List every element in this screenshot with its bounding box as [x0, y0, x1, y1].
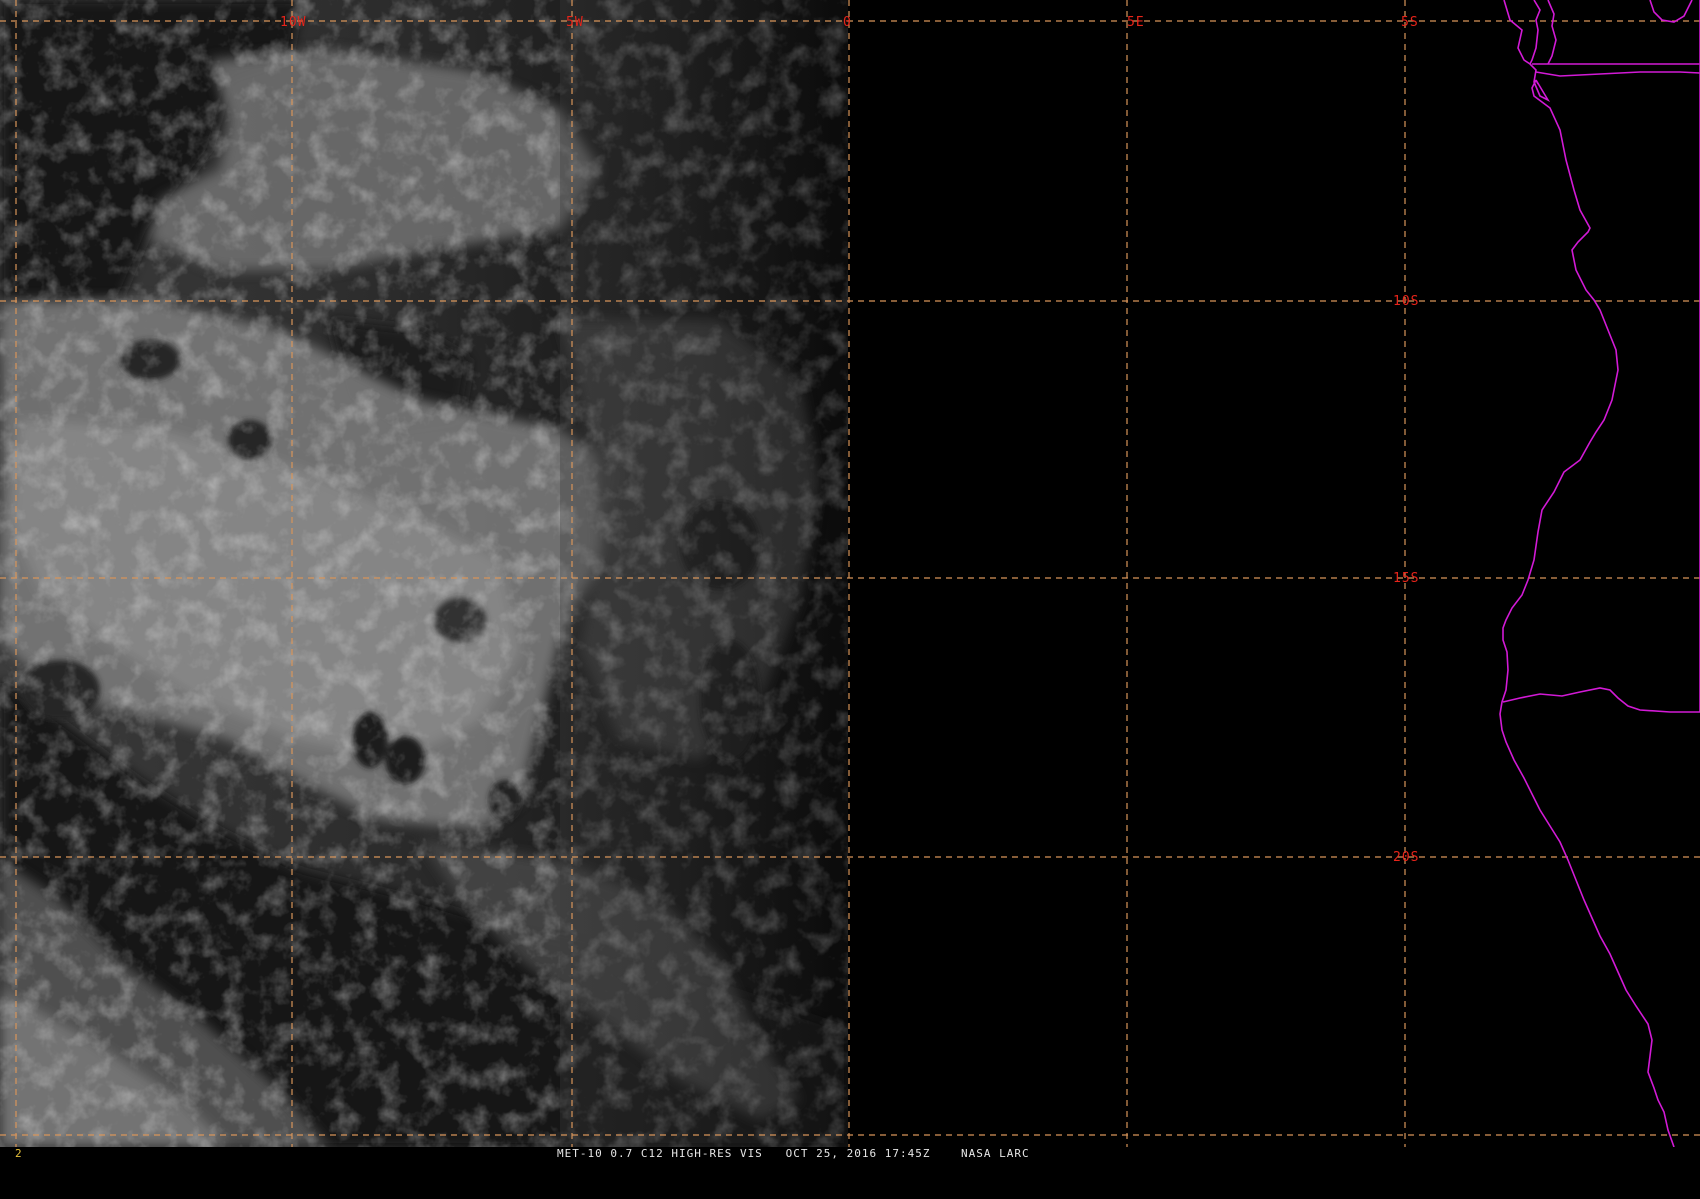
lon-label-5w: 5W [566, 15, 584, 30]
status-bar: 2 MET-10 0.7 C12 HIGH-RES VIS OCT 25, 20… [0, 1147, 1700, 1160]
lat-label-15s: 15S [1393, 571, 1419, 586]
lon-label-0: 0 [843, 15, 852, 30]
lat-label-5s: 5S [1401, 15, 1419, 30]
satellite-image-viewer: 10W 5W 0 5E 5S 10S 15S 20S 2 MET-10 0.7 … [0, 0, 1700, 1160]
lon-label-10w: 10W [280, 15, 306, 30]
lon-label-5e: 5E [1127, 15, 1145, 30]
daylight-region [0, 0, 848, 1147]
lat-label-10s: 10S [1393, 294, 1419, 309]
night-region [848, 0, 1700, 1147]
satellite-map: 10W 5W 0 5E 5S 10S 15S 20S [0, 0, 1700, 1147]
lat-label-20s: 20S [1393, 850, 1419, 865]
frame-number: 2 [15, 1147, 22, 1160]
image-caption: MET-10 0.7 C12 HIGH-RES VIS OCT 25, 2016… [557, 1147, 1030, 1160]
